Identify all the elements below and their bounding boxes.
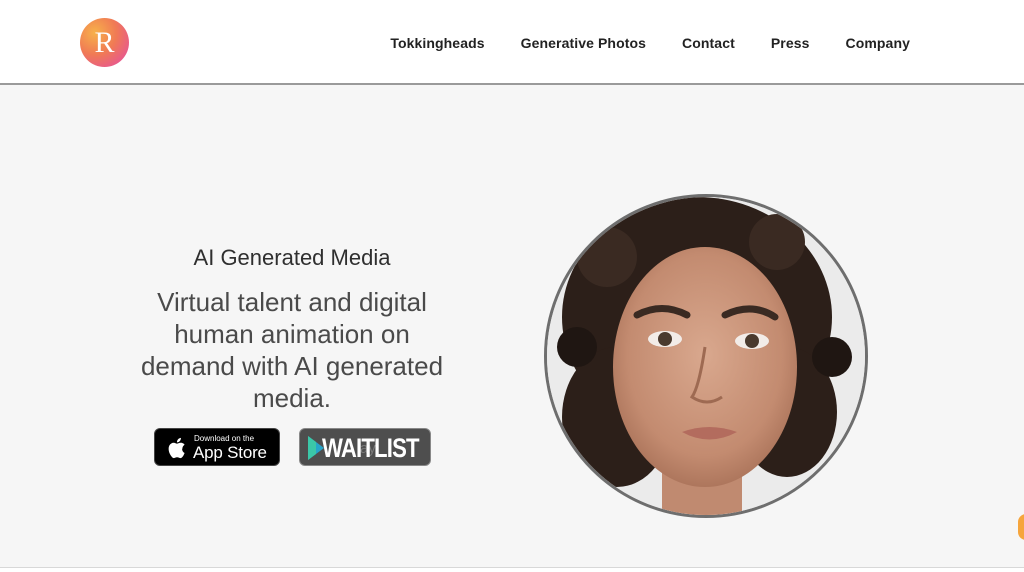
nav-item-press[interactable]: Press — [771, 35, 810, 51]
waitlist-button[interactable]: ay WAITLIST — [299, 428, 431, 466]
footer-divider — [0, 567, 1024, 572]
app-store-small-label: Download on the — [194, 434, 255, 443]
nav-item-generative-photos[interactable]: Generative Photos — [521, 35, 646, 51]
logo-letter: R — [94, 26, 115, 59]
brand-logo[interactable]: R — [80, 18, 129, 67]
waitlist-label: WAITLIST — [322, 433, 420, 463]
main-nav: Tokkingheads Generative Photos Contact P… — [354, 0, 910, 85]
hero-portrait — [544, 194, 868, 518]
nav-item-contact[interactable]: Contact — [682, 35, 735, 51]
floating-widget[interactable] — [1018, 514, 1024, 540]
page: R Tokkingheads Generative Photos Contact… — [0, 0, 1024, 572]
nav-item-tokkingheads[interactable]: Tokkingheads — [390, 35, 484, 51]
hero-subtitle: Virtual talent and digital human animati… — [140, 287, 444, 413]
app-store-button[interactable]: Download on the App Store — [154, 428, 280, 466]
app-store-label: App Store — [193, 443, 267, 462]
apple-icon — [168, 437, 185, 459]
site-header: R Tokkingheads Generative Photos Contact… — [0, 0, 1024, 85]
nav-item-company[interactable]: Company — [846, 35, 911, 51]
portrait-image — [547, 197, 865, 515]
hero-title: AI Generated Media — [193, 245, 391, 270]
